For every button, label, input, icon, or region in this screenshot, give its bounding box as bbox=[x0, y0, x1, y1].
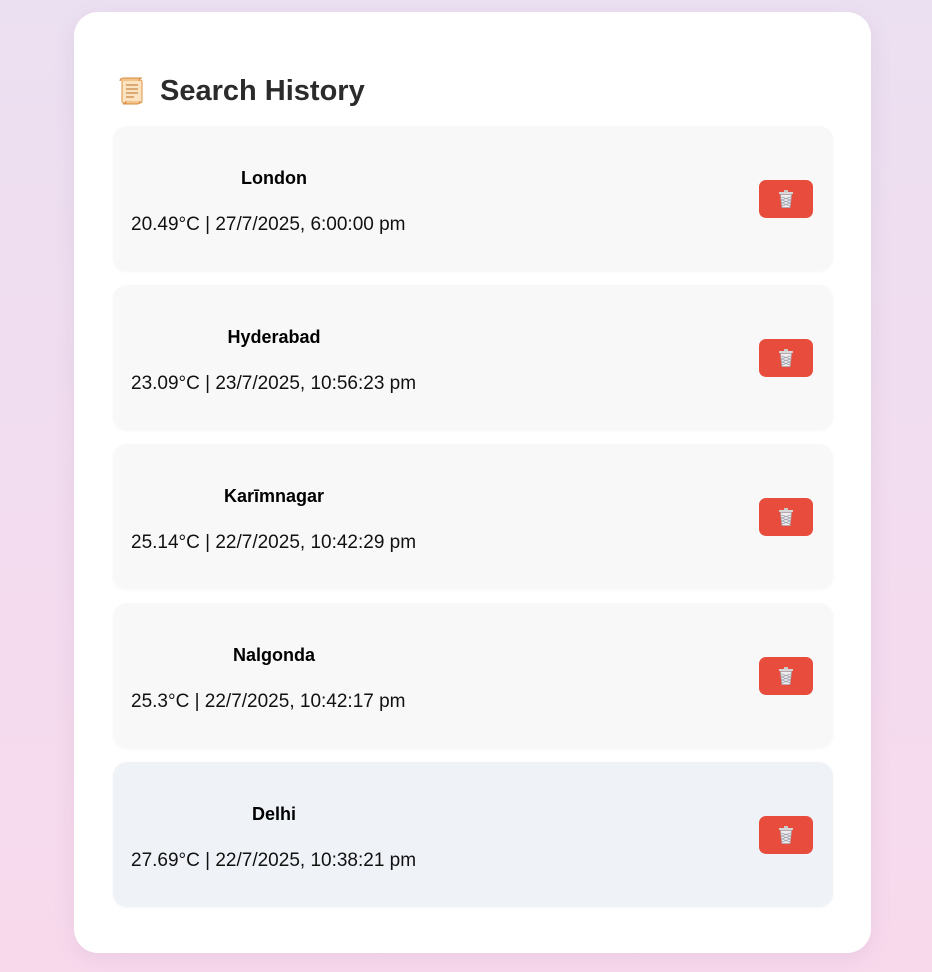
history-item[interactable]: London 20.49°C | 27/7/2025, 6:00:00 pm bbox=[113, 126, 833, 271]
history-item-city: Delhi bbox=[251, 804, 296, 824]
history-item[interactable]: Delhi 27.69°C | 22/7/2025, 10:38:21 pm bbox=[113, 762, 833, 907]
history-item-city: Nalgonda bbox=[232, 645, 315, 665]
history-item-city: Karīmnagar bbox=[223, 486, 325, 506]
trash-icon bbox=[779, 190, 793, 208]
delete-button[interactable] bbox=[759, 816, 813, 854]
search-history-card: Search History London 20.49°C | 27/7/202… bbox=[74, 12, 871, 953]
history-header: Search History bbox=[116, 72, 365, 110]
history-item[interactable]: Nalgonda 25.3°C | 22/7/2025, 10:42:17 pm bbox=[113, 603, 833, 748]
history-item-meta: 25.14°C | 22/7/2025, 10:42:29 pm bbox=[131, 532, 417, 553]
history-item-meta: 23.09°C | 23/7/2025, 10:56:23 pm bbox=[131, 373, 417, 394]
page-title: Search History bbox=[160, 74, 365, 107]
history-item-meta: 27.69°C | 22/7/2025, 10:38:21 pm bbox=[131, 850, 417, 871]
history-item-city: London bbox=[241, 168, 307, 188]
delete-button[interactable] bbox=[759, 657, 813, 695]
history-item[interactable]: Hyderabad 23.09°C | 23/7/2025, 10:56:23 … bbox=[113, 285, 833, 430]
history-item[interactable]: Karīmnagar 25.14°C | 22/7/2025, 10:42:29… bbox=[113, 444, 833, 589]
trash-icon bbox=[779, 667, 793, 685]
trash-icon bbox=[779, 826, 793, 844]
history-item-meta: 25.3°C | 22/7/2025, 10:42:17 pm bbox=[131, 691, 406, 712]
history-item-city: Hyderabad bbox=[227, 327, 321, 347]
trash-icon bbox=[779, 508, 793, 526]
delete-button[interactable] bbox=[759, 498, 813, 536]
delete-button[interactable] bbox=[759, 339, 813, 377]
history-list: London 20.49°C | 27/7/2025, 6:00:00 pm H… bbox=[113, 126, 833, 921]
delete-button[interactable] bbox=[759, 180, 813, 218]
history-item-meta: 20.49°C | 27/7/2025, 6:00:00 pm bbox=[131, 214, 406, 235]
scroll-icon bbox=[116, 75, 148, 107]
trash-icon bbox=[779, 349, 793, 367]
